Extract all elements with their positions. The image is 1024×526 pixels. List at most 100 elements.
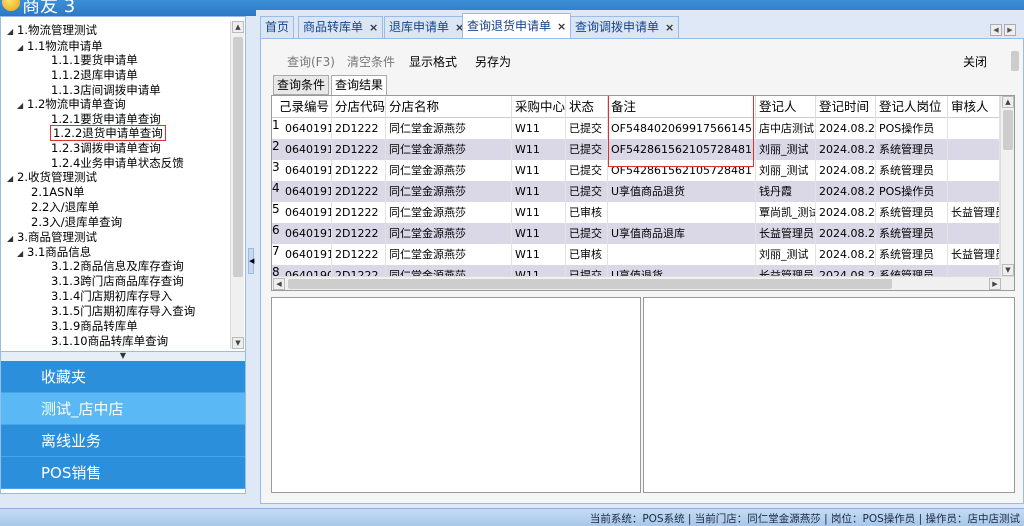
close-button[interactable]: 关闭 [963,53,987,70]
table-cell: 刘丽_测试 [756,160,816,181]
tab-query-conditions[interactable]: 查询条件 [273,75,330,95]
tree-item[interactable]: 1.1.1要货申请单 [51,53,138,67]
query-button[interactable]: 查询(F3) [287,53,335,70]
tree-expand-icon[interactable]: ◢ [7,172,17,186]
table-row[interactable]: 6064019112D1222同仁堂金源燕莎W11已提交U享值商品退库长益管理员… [272,223,1000,244]
tree-item[interactable]: ◢ 1.物流管理测试 [7,23,97,37]
detail-panes [271,297,1015,493]
accordion-item[interactable]: 测试_店中店 [1,393,245,425]
table-cell: 同仁堂金源燕莎 [386,244,512,265]
tree-item-label: 1.2.4业务申请单状态反馈 [51,156,184,170]
accordion-item[interactable]: 离线业务 [1,425,245,457]
tree-item[interactable]: 2.3入/退库单查询 [31,215,122,229]
tree-item[interactable]: 3.1.10商品转库单查询 [51,334,168,347]
accordion-item[interactable]: POS销售 [1,457,245,489]
collapse-panel-handle[interactable]: ◀ [248,248,254,274]
table-row[interactable]: 2064019172D1222同仁堂金源燕莎W11已提交OF5428615621… [272,139,1000,160]
tree-item-label: 3.1.9商品转库单 [51,319,138,333]
tree-item[interactable]: ◢ 3.1商品信息 [17,245,91,259]
tree-expand-icon[interactable]: ◢ [17,99,27,113]
tree-item[interactable]: 1.2.4业务申请单状态反馈 [51,156,184,170]
tree-item[interactable]: ◢ 1.1物流申请单 [17,39,103,53]
tree-item[interactable]: ◢ 1.2物流申请单查询 [17,97,126,111]
column-header[interactable]: 登记时间 [816,96,876,118]
tab[interactable]: 退库申请单 × [384,16,470,38]
display-format-button[interactable]: 显示格式 [409,53,457,70]
column-header[interactable]: 状态 [566,96,608,118]
close-icon[interactable]: × [665,18,674,38]
clear-conditions-button[interactable]: 清空条件 [347,53,395,70]
save-as-button[interactable]: 另存为 [475,53,511,70]
table-row[interactable]: 4064019142D1222同仁堂金源燕莎W11已提交U享值商品退货钱丹霞20… [272,181,1000,202]
column-header[interactable]: 分店名称 [386,96,512,118]
tree-item[interactable]: 3.1.3跨门店商品库存查询 [51,274,184,288]
scroll-thumb[interactable] [233,37,243,277]
tree-item[interactable]: 3.1.4门店期初库存导入 [51,289,172,303]
scroll-down-icon[interactable]: ▼ [232,337,244,349]
scroll-left-icon[interactable]: ◀ [273,278,285,290]
scroll-right-icon[interactable]: ▶ [989,278,1001,290]
table-cell: 已提交 [566,223,608,244]
tab-query-results[interactable]: 查询结果 [331,75,388,95]
tree-item[interactable]: 3.1.5门店期初库存导入查询 [51,304,195,318]
accordion-item[interactable]: 收藏夹 [1,361,245,393]
table-cell: 2024.08.27 [816,160,876,181]
tree-item[interactable]: ◢ 2.收货管理测试 [7,170,97,184]
tab[interactable]: 首页 [260,16,295,38]
tree-item[interactable]: 1.1.3店间调拨申请单 [51,83,161,97]
table-cell: 06401910 [282,244,332,265]
tree-item[interactable]: 3.1.9商品转库单 [51,319,138,333]
tree-expand-icon[interactable]: ◢ [7,232,17,246]
column-header[interactable]: 采购中心 [512,96,566,118]
tab[interactable]: 查询退货申请单 × [462,13,572,39]
tab-label: 查询调拨申请单 [575,20,660,34]
tree-expand-icon[interactable]: ◢ [17,41,27,55]
grid-vertical-scrollbar[interactable]: ▲ ▼ [1000,96,1014,276]
scroll-thumb[interactable] [1003,110,1013,150]
tab-label: 查询退货申请单 [467,19,552,33]
table-cell: 覃尚凯_测试 [756,202,816,223]
close-icon[interactable]: × [557,15,566,39]
table-cell [948,223,1000,244]
column-header[interactable]: 登记人 [756,96,816,118]
table-cell: 同仁堂金源燕莎 [386,160,512,181]
column-header[interactable]: 己录编号 [276,96,332,118]
tree-item[interactable]: 1.1.2退库申请单 [51,68,138,82]
close-icon[interactable]: × [369,18,378,38]
table-row[interactable]: 3064019162D1222同仁堂金源燕莎W11已提交OF5428615621… [272,160,1000,181]
tab-scroll-left-icon[interactable]: ◀ [990,24,1002,36]
grid-horizontal-scrollbar[interactable]: ◀ ▶ [272,276,1014,290]
column-header[interactable]: 登记人岗位 [876,96,948,118]
scroll-up-icon[interactable]: ▲ [1002,96,1014,108]
tab[interactable]: 商品转库单 × [298,16,384,38]
column-header[interactable]: 备注 [608,96,756,118]
column-header[interactable]: 分店代码 [332,96,386,118]
scroll-down-icon[interactable]: ▼ [1002,264,1014,276]
tree-item[interactable]: 2.1ASN单 [31,185,85,199]
scroll-thumb[interactable] [288,279,892,289]
panel-splitter[interactable]: ▼ [1,351,245,361]
tree-item[interactable]: 2.2入/退库单 [31,200,99,214]
toolbar-scroll-thumb[interactable] [1011,51,1019,71]
table-cell: 同仁堂金源燕莎 [386,202,512,223]
tree-item[interactable]: ◢ 3.商品管理测试 [7,230,97,244]
tree-scrollbar[interactable]: ▲ ▼ [230,21,244,349]
tree-item[interactable]: 1.2.3调拨申请单查询 [51,141,161,155]
tree-item[interactable]: 1.2.2退货申请单查询 [50,125,166,141]
scroll-up-icon[interactable]: ▲ [232,21,244,33]
column-header[interactable]: 审核人 [948,96,1000,118]
table-row[interactable]: 7064019102D1222同仁堂金源燕莎W11已审核刘丽_测试2024.08… [272,244,1000,265]
tab[interactable]: 查询调拨申请单 × [570,16,680,38]
tree-item-label: 1.1物流申请单 [27,39,103,53]
tree-item-label: 3.1.4门店期初库存导入 [51,289,173,303]
tree-item[interactable]: 3.1.2商品信息及库存查询 [51,259,184,273]
table-row[interactable]: 1064019192D1222同仁堂金源燕莎W11已提交OF5484020699… [272,118,1000,139]
tree-expand-icon[interactable]: ◢ [17,247,27,261]
tree-expand-icon[interactable]: ◢ [7,25,17,39]
table-cell: W11 [512,202,566,223]
tree-item[interactable]: 1.2.1要货申请单查询 [51,112,161,126]
tab-scroll-right-icon[interactable]: ▶ [1004,24,1016,36]
tree-item-label: 1.2.2退货申请单查询 [53,126,163,140]
table-row[interactable]: 5064019132D1222同仁堂金源燕莎W11已审核覃尚凯_测试2024.0… [272,202,1000,223]
chevron-down-icon[interactable]: ▼ [120,351,126,360]
